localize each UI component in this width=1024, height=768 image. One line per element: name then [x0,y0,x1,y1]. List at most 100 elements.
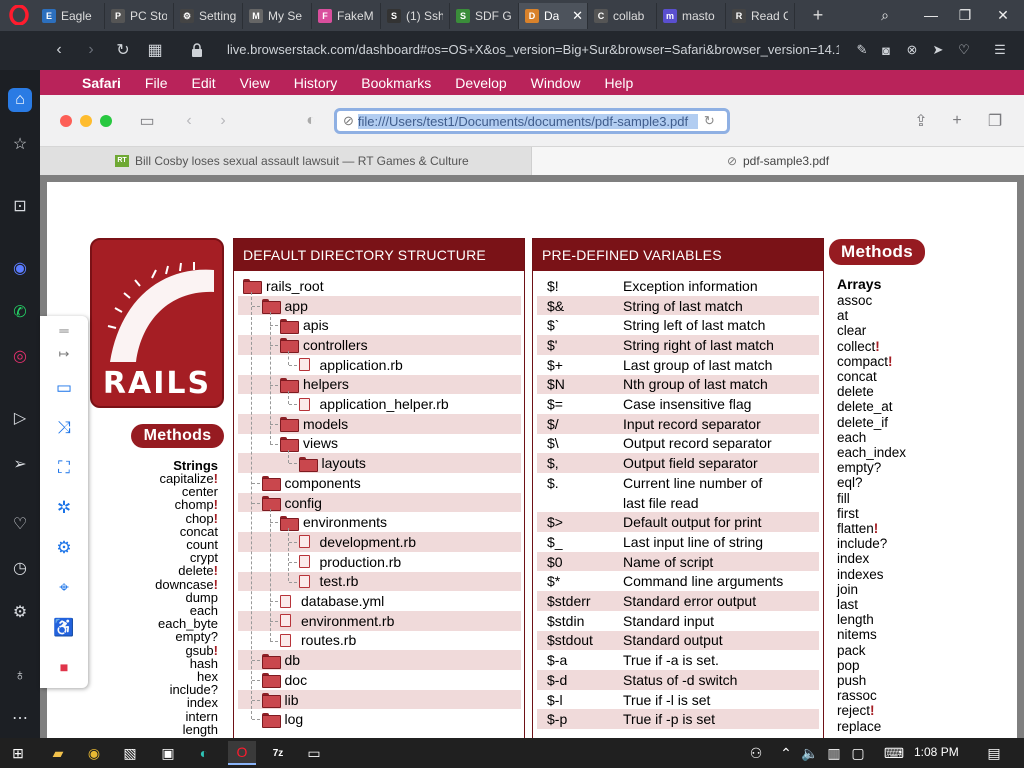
keyboard-icon[interactable]: ⌨ [880,741,908,765]
switch-browser-icon[interactable]: ⤨ [52,416,76,440]
7zip-icon[interactable]: 7z [264,741,292,765]
new-tab-icon[interactable]: + [946,110,968,132]
stop-session-icon[interactable]: ⏹ [52,656,76,680]
lightbulb-icon[interactable]: ♁ [8,664,32,688]
easy-setup-icon[interactable]: ☰ [990,40,1010,60]
tree-item-name: app [284,297,308,314]
menu-item[interactable]: View [228,75,282,91]
history-icon[interactable]: ◷ [8,556,32,580]
switch-device-icon[interactable]: ▭ [52,376,76,400]
minimize-button[interactable]: — [916,3,946,27]
camera-icon[interactable]: ◙ [876,40,896,60]
menu-item[interactable]: Develop [443,75,518,91]
restore-button[interactable]: ❐ [950,3,980,27]
tab-grid-icon[interactable]: ▦ [142,37,168,63]
menu-item[interactable]: Edit [179,75,227,91]
back-button[interactable]: ‹ [46,37,72,63]
edit-icon[interactable]: ✎ [852,40,872,60]
send-icon[interactable]: ➤ [928,40,948,60]
menu-item[interactable]: Safari [70,75,133,91]
new-tab-button[interactable]: + [806,3,830,27]
terminal-icon[interactable]: ▭ [300,741,328,765]
instagram-icon[interactable]: ◎ [8,344,32,368]
variable-row: $stdin Standard input [537,611,819,631]
favorites-icon[interactable]: ♡ [8,512,32,536]
zoom-light[interactable] [100,115,112,127]
menu-item[interactable]: File [133,75,180,91]
people-icon[interactable]: ⚇ [742,741,770,765]
safari-tab-pdf[interactable]: ⊘ pdf-sample3.pdf [532,147,1024,175]
settings-icon[interactable]: ⚙ [8,600,32,624]
home-icon[interactable]: ⌂ [8,88,32,112]
tree-row: apis [238,315,521,335]
tab-overview-icon[interactable]: ❐ [984,110,1006,132]
menu-item[interactable]: Bookmarks [349,75,443,91]
lock-icon[interactable] [190,43,204,57]
search-tabs-icon[interactable]: ⌕ [870,3,900,27]
heart-icon[interactable]: ♡ [954,40,974,60]
location-icon[interactable]: ⌖ [52,576,76,600]
whatsapp-icon[interactable]: ✆ [8,300,32,324]
drag-handle-icon[interactable]: ═ [52,318,76,342]
resolution-icon[interactable]: ⛶ [52,456,76,480]
display-icon[interactable]: ▢ [844,741,872,765]
browser-tab[interactable]: P PC Sto [105,3,174,29]
menu-item[interactable]: Help [592,75,645,91]
method-name: each_index [837,445,907,461]
privacy-shield-icon[interactable]: ◐ [300,110,322,132]
browser-tab[interactable]: m masto [657,3,726,29]
more-icon[interactable]: ⋯ [8,706,32,730]
browser-tab[interactable]: R Read C [726,3,795,29]
share-icon[interactable]: ⇪ [910,110,932,132]
back-icon[interactable]: ‹ [178,110,200,132]
block-icon[interactable]: ⊗ [902,40,922,60]
menu-item[interactable]: Window [519,75,593,91]
safari-tab-rt[interactable]: RT Bill Cosby loses sexual assault lawsu… [40,147,532,175]
tree-connector [270,423,278,425]
browser-tab[interactable]: E Eagle [36,3,105,29]
forward-icon[interactable]: › [212,110,234,132]
opera-taskbar-icon[interactable]: O [228,741,256,765]
browser-tab[interactable]: Ccollab [588,3,657,29]
shopping-icon[interactable]: ⊡ [8,194,32,218]
opera-logo-icon[interactable] [9,4,29,26]
player-icon[interactable]: ▷ [8,406,32,430]
method-name: at [837,308,849,324]
sidebar-toggle-icon[interactable]: ▭ [136,110,158,132]
bug-icon[interactable]: ✲ [52,496,76,520]
send-icon[interactable]: ➢ [8,452,32,476]
notifications-icon[interactable]: ▤ [980,741,1008,765]
bookmark-icon[interactable]: ☆ [8,132,32,156]
close-window-button[interactable]: ✕ [988,3,1018,27]
reload-icon[interactable]: ↻ [704,113,715,129]
store-icon[interactable]: ▣ [154,741,182,765]
collapse-icon[interactable]: ↦ [52,342,76,366]
browser-tab[interactable]: D Da ✕ [519,3,588,29]
reload-button[interactable]: ↻ [110,37,136,63]
edge-icon[interactable]: ◐ [190,741,218,765]
array-method: clear [837,323,906,338]
browser-tab[interactable]: F FakeM [312,3,381,29]
chrome-icon[interactable]: ◉ [80,741,108,765]
accessibility-icon[interactable]: ♿ [52,616,76,640]
close-light[interactable] [60,115,72,127]
browser-tab[interactable]: ⚙ Setting [174,3,243,29]
browser-tab[interactable]: M My Se [243,3,312,29]
start-icon[interactable]: ⊞ [4,741,32,765]
minimize-light[interactable] [80,115,92,127]
settings-icon[interactable]: ⚙ [52,536,76,560]
file-explorer-icon[interactable]: ▰ [44,741,72,765]
variable-description: String of last match [623,297,743,314]
close-tab-icon[interactable]: ✕ [572,8,583,24]
forward-button[interactable]: › [78,37,104,63]
messenger-icon[interactable]: ◉ [8,256,32,280]
app-icon[interactable]: ▧ [116,741,144,765]
browser-tab[interactable]: S SDF Gl [450,3,519,29]
address-input[interactable]: live.browserstack.com/dashboard#os=OS+X&… [227,42,839,60]
menu-item[interactable]: History [282,75,350,91]
clock[interactable]: 1:08 PM [914,745,959,759]
folder-icon [261,673,281,689]
browser-tab[interactable]: S (1) Ssh [381,3,450,29]
tree-item-name: db [284,652,301,669]
safari-address-field[interactable]: ⊘ file:///Users/test1/Documents/document… [334,108,730,134]
